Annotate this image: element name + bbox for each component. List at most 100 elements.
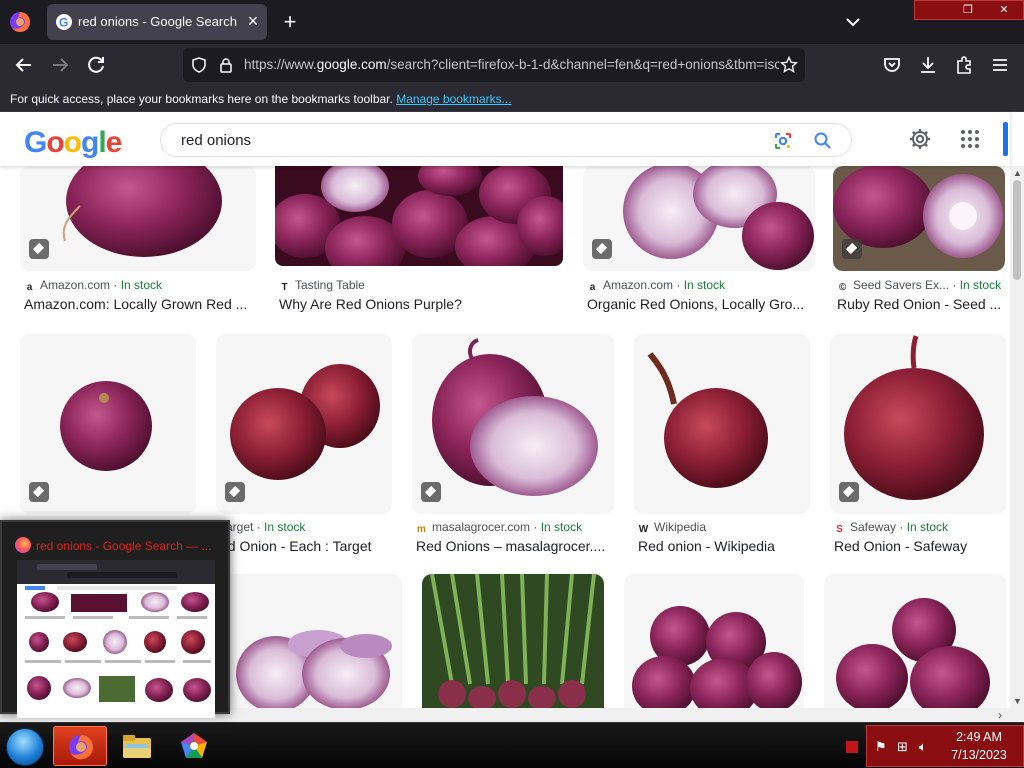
downloads-icon[interactable] xyxy=(916,53,940,77)
stock-status: In stock xyxy=(906,520,949,534)
result-thumbnail[interactable] xyxy=(833,166,1005,271)
seed-savers-favicon-icon: © xyxy=(838,282,847,293)
result-thumbnail[interactable] xyxy=(20,166,256,271)
restore-window-icon[interactable]: ❐ xyxy=(951,2,985,18)
lock-icon[interactable] xyxy=(218,57,234,73)
result-source: © Seed Savers Ex... · In stock xyxy=(837,278,1005,293)
start-orb-icon[interactable] xyxy=(6,728,44,766)
shopping-tag-icon xyxy=(225,482,245,502)
result-thumbnail[interactable] xyxy=(824,574,1006,708)
google-lens-camera-icon[interactable] xyxy=(772,130,794,152)
bookmarks-hint: For quick access, place your bookmarks h… xyxy=(10,92,512,106)
clock-time[interactable]: 2:49 AM xyxy=(937,730,1021,744)
result-thumbnail[interactable] xyxy=(226,574,402,708)
google-favicon-icon: G xyxy=(56,14,72,30)
result-thumbnail[interactable] xyxy=(624,574,804,708)
preview-title: red onions - Google Search — ... xyxy=(36,539,212,553)
scrollbar-thumb[interactable] xyxy=(1013,180,1021,280)
search-input[interactable] xyxy=(181,130,741,150)
close-window-icon[interactable]: ✕ xyxy=(987,2,1021,18)
clock-date[interactable]: 7/13/2023 xyxy=(937,748,1021,762)
tab-close-icon[interactable]: × xyxy=(244,12,262,30)
taskbar-file-explorer[interactable] xyxy=(110,726,164,766)
scroll-down-arrow-icon[interactable]: ▼ xyxy=(1013,696,1022,706)
result-card[interactable] xyxy=(422,574,604,708)
search-box[interactable] xyxy=(160,123,852,157)
os-taskbar: ⚑ ⊞ 🔈︎ 2:49 AM 7/13/2023 xyxy=(0,722,1024,768)
manage-bookmarks-link[interactable]: Manage bookmarks... xyxy=(396,92,511,106)
result-card[interactable]: a Amazon.com · In stock Amazon.com: Local… xyxy=(20,166,256,316)
result-card[interactable]: Target · In stock ed Onion - Each : Targ… xyxy=(216,334,392,559)
back-arrow-icon[interactable] xyxy=(12,53,36,77)
google-logo[interactable]: Google xyxy=(24,126,122,160)
result-thumbnail[interactable] xyxy=(422,574,604,708)
hamburger-menu-icon[interactable] xyxy=(988,53,1012,77)
new-tab-plus-icon[interactable]: + xyxy=(278,10,302,34)
firefox-icon[interactable] xyxy=(8,10,32,34)
result-card[interactable]: S Safeway · In stock Red Onion - Safeway xyxy=(830,334,1006,559)
network-icon[interactable]: ⊞ xyxy=(897,739,913,755)
extensions-icon[interactable] xyxy=(952,53,976,77)
result-card[interactable]: m masalagrocer.com · In stock Red Onions … xyxy=(412,334,614,559)
settings-gear-icon[interactable] xyxy=(908,127,932,151)
result-thumbnail[interactable] xyxy=(275,166,563,266)
result-card[interactable]: W Wikipedia Red onion - Wikipedia xyxy=(634,334,810,559)
browser-tab-bar: G red onions - Google Search × + ❐ ✕ xyxy=(0,0,1024,44)
result-thumbnail[interactable] xyxy=(412,334,614,514)
result-thumbnail[interactable] xyxy=(20,334,196,514)
bookmark-star-icon[interactable] xyxy=(780,56,798,74)
result-title[interactable]: Organic Red Onions, Locally Gro... xyxy=(587,296,811,312)
vertical-scrollbar[interactable]: ▲ ▼ xyxy=(1010,166,1024,708)
list-all-tabs-chevron-icon[interactable] xyxy=(843,12,863,32)
pocket-icon[interactable] xyxy=(880,53,904,77)
volume-icon[interactable]: 🔈︎ xyxy=(919,739,935,755)
tray-notification-icon[interactable] xyxy=(846,741,858,753)
action-center-flag-icon[interactable]: ⚑ xyxy=(875,739,891,755)
logo-letter-g2: g xyxy=(81,126,99,159)
scroll-up-arrow-icon[interactable]: ▲ xyxy=(1013,168,1022,178)
url-text[interactable]: https://www.google.com/search?client=fir… xyxy=(244,57,779,72)
result-card[interactable] xyxy=(824,574,1006,708)
result-title[interactable]: Amazon.com: Locally Grown Red ... xyxy=(24,296,256,312)
stock-status: In stock xyxy=(683,278,726,292)
result-thumbnail[interactable] xyxy=(583,166,815,271)
result-card[interactable]: a Amazon.com · In stock Organic Red Onion… xyxy=(583,166,815,316)
tracking-shield-icon[interactable] xyxy=(191,57,207,73)
bookmarks-toolbar: For quick access, place your bookmarks h… xyxy=(0,86,1024,112)
folder-icon xyxy=(123,735,151,758)
result-thumbnail[interactable] xyxy=(830,334,1006,514)
result-card[interactable]: T Tasting Table Why Are Red Onions Purple… xyxy=(275,166,563,316)
apps-grid-icon[interactable] xyxy=(958,127,982,151)
result-title[interactable]: Red Onions – masalagrocer.... xyxy=(416,538,616,554)
source-name: Safeway xyxy=(850,520,897,534)
result-source: a Amazon.com · In stock xyxy=(587,278,813,293)
logo-letter-o2: o xyxy=(63,126,82,159)
address-bar[interactable]: https://www.google.com/search?client=fir… xyxy=(183,48,805,82)
reload-icon[interactable] xyxy=(84,53,108,77)
forward-arrow-icon[interactable] xyxy=(48,53,72,77)
result-title[interactable]: ed Onion - Each : Target xyxy=(220,538,396,554)
taskbar-app-three[interactable] xyxy=(167,726,221,766)
result-title[interactable]: Ruby Red Onion - Seed ... xyxy=(837,296,1005,312)
taskbar-firefox[interactable] xyxy=(53,726,107,766)
result-thumbnail[interactable] xyxy=(634,334,810,514)
scroll-right-arrow-icon[interactable]: › xyxy=(998,708,1002,722)
result-title[interactable]: Red Onion - Safeway xyxy=(834,538,1010,554)
search-magnifier-icon[interactable] xyxy=(813,131,833,151)
result-thumbnail[interactable] xyxy=(216,334,392,514)
result-source: S Safeway · In stock xyxy=(834,520,1010,535)
taskbar-window-preview[interactable]: red onions - Google Search — ... xyxy=(0,520,230,718)
tab-google-search[interactable]: G red onions - Google Search × xyxy=(47,4,267,40)
safeway-favicon-icon: S xyxy=(836,524,843,535)
source-name: Wikipedia xyxy=(654,520,707,534)
preview-thumbnail[interactable] xyxy=(17,560,215,718)
account-indicator[interactable] xyxy=(1003,122,1008,156)
result-title[interactable]: Why Are Red Onions Purple? xyxy=(279,296,561,312)
result-title[interactable]: Red onion - Wikipedia xyxy=(638,538,814,554)
result-card[interactable] xyxy=(624,574,804,708)
source-name: Amazon.com xyxy=(40,278,111,292)
result-card[interactable]: © Seed Savers Ex... · In stock Ruby Red O… xyxy=(833,166,1005,316)
shopping-tag-icon xyxy=(592,239,612,259)
result-card[interactable] xyxy=(226,574,402,708)
screen: G red onions - Google Search × + ❐ ✕ htt… xyxy=(0,0,1024,768)
